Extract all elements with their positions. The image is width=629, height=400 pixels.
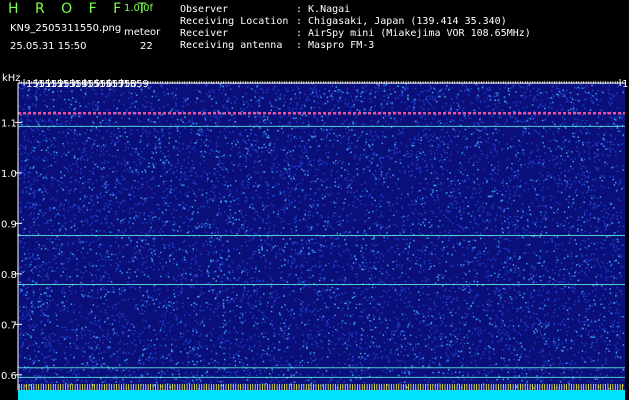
y-tick-label: 1.0 xyxy=(1,169,17,180)
meteor-label: meteor xyxy=(124,27,161,38)
spectrogram-plot: 1551155215531554155515561557155815591600… xyxy=(1,79,629,400)
info-value-observer: : K.Nagai xyxy=(296,4,351,15)
y-tick-label: 1.1 xyxy=(1,118,17,129)
x-tick-label: 1559 xyxy=(123,79,148,90)
filename-label: KN9_2505311550.png xyxy=(10,23,122,34)
y-tick-label: 0.7 xyxy=(1,320,17,331)
hrofft-window: H R O F F T 1.0.0f KN9_2505311550.png me… xyxy=(0,0,629,400)
version-label: 1.0.0f xyxy=(124,3,153,14)
y-tick-label: 0.6 xyxy=(1,371,17,382)
timestamp-label: 25.05.31 15:50 xyxy=(10,41,87,52)
info-value-receiver: : AirSpy mini (Miakejima VOR 108.65MHz) xyxy=(296,28,531,39)
x-tick-label: 1600 xyxy=(622,79,629,90)
info-key-location: Receiving Location xyxy=(180,16,289,27)
meteor-count: 22 xyxy=(140,41,153,52)
y-tick-label: 0.9 xyxy=(1,219,17,230)
info-key-receiver: Receiver xyxy=(180,28,229,39)
info-key-antenna: Receiving antenna xyxy=(180,40,283,51)
bottom-bar xyxy=(18,390,625,400)
info-value-antenna: : Maspro FM-3 xyxy=(296,40,375,51)
y-tick-label: 0.8 xyxy=(1,270,17,281)
info-key-observer: Observer xyxy=(180,4,229,15)
info-value-location: : Chigasaki, Japan (139.414 35.340) xyxy=(296,16,507,27)
